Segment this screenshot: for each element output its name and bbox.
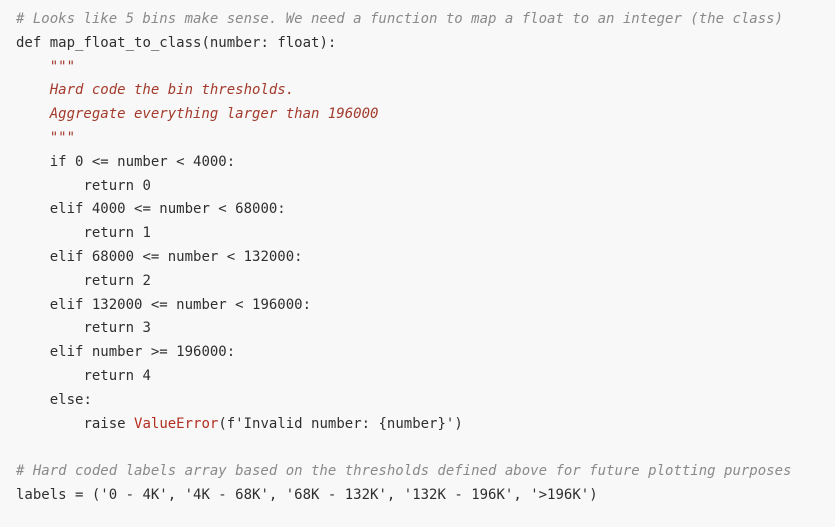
code-line: def map_float_to_class(number: float): (16, 32, 835, 56)
code-token-ident: , (386, 486, 404, 503)
code-token-string: '>196K' (530, 486, 590, 503)
code-token-ident: labels = ( (16, 486, 101, 503)
code-token-ident: number >= 196000: (83, 344, 236, 361)
code-line: return 2 (16, 270, 835, 294)
code-token-ident: 4000 <= number < 68000: (83, 201, 286, 218)
code-token-ident: 0 (134, 177, 151, 194)
code-token-keyword: return (83, 272, 135, 289)
code-token-string: '132K - 196K' (403, 486, 514, 503)
code-line: """ (16, 127, 835, 151)
code-token-ident: ): (319, 34, 337, 51)
code-token-doc: """ (49, 129, 76, 146)
code-token-ident: map_float_to_class(number: (41, 34, 278, 51)
code-token-keyword: if (49, 153, 67, 170)
code-token-keyword: elif (49, 248, 84, 265)
code-token-string: (f'Invalid number: {number}') (218, 415, 463, 432)
code-token-keyword: elif (49, 296, 84, 313)
code-token-ident: 4 (134, 367, 151, 384)
code-line: if 0 <= number < 4000: (16, 151, 835, 175)
code-token-comment: # Hard coded labels array based on the t… (16, 463, 792, 480)
code-token-ident: ) (589, 486, 598, 503)
code-token-string: '68K - 132K' (285, 486, 387, 503)
code-token-keyword: raise (83, 415, 126, 432)
code-token-comment: # Looks like 5 bins make sense. We need … (16, 11, 784, 27)
code-token-ident: 132000 <= number < 196000: (83, 296, 312, 313)
code-line: Hard code the bin thresholds. (16, 79, 835, 103)
code-token-doc: Hard code the bin thresholds. (49, 82, 295, 99)
code-token-doc: """ (49, 58, 76, 75)
code-token-ident: 2 (134, 272, 151, 289)
code-token-ident: , (167, 486, 185, 503)
code-token-keyword: return (83, 177, 135, 194)
code-token-ident: : (83, 391, 92, 408)
code-token-ident: , (268, 486, 286, 503)
code-line: labels = ('0 - 4K', '4K - 68K', '68K - 1… (16, 484, 835, 508)
code-block: # Looks like 5 bins make sense. We need … (0, 0, 835, 527)
code-line: # Looks like 5 bins make sense. We need … (16, 8, 835, 32)
code-line: """ (16, 56, 835, 80)
code-token-ident: 1 (134, 225, 151, 242)
code-screenshot: # Looks like 5 bins make sense. We need … (0, 0, 835, 527)
code-line: Aggregate everything larger than 196000 (16, 103, 835, 127)
code-token-ident: 68000 <= number < 132000: (83, 248, 303, 265)
code-token-ident: 3 (134, 320, 151, 337)
code-token-keyword: else (49, 391, 84, 408)
code-line: elif 132000 <= number < 196000: (16, 294, 835, 318)
code-line: else: (16, 389, 835, 413)
code-line: raise ValueError(f'Invalid number: {numb… (16, 413, 835, 437)
code-token-keyword: elif (49, 201, 84, 218)
code-token-keyword: elif (49, 344, 84, 361)
code-token-keyword: float (277, 34, 320, 51)
code-line: # Hard coded labels array based on the t… (16, 460, 835, 484)
code-token-ident: , (513, 486, 531, 503)
code-token-ident: 0 <= number < 4000: (66, 153, 236, 170)
code-line: elif 68000 <= number < 132000: (16, 246, 835, 270)
code-token-builtin: ValueError (134, 415, 219, 432)
code-token-keyword: return (83, 367, 135, 384)
code-token-keyword: return (83, 225, 135, 242)
code-token-keyword: def (16, 34, 42, 51)
code-line: return 0 (16, 175, 835, 199)
code-line: elif 4000 <= number < 68000: (16, 198, 835, 222)
code-line: elif number >= 196000: (16, 341, 835, 365)
code-line: return 4 (16, 365, 835, 389)
code-token-string: '0 - 4K' (100, 486, 168, 503)
code-line: return 3 (16, 317, 835, 341)
code-token-doc: Aggregate everything larger than 196000 (49, 106, 379, 123)
code-token-keyword: return (83, 320, 135, 337)
code-line: return 1 (16, 222, 835, 246)
code-token-string: '4K - 68K' (184, 486, 269, 503)
code-token-ident (126, 416, 134, 432)
